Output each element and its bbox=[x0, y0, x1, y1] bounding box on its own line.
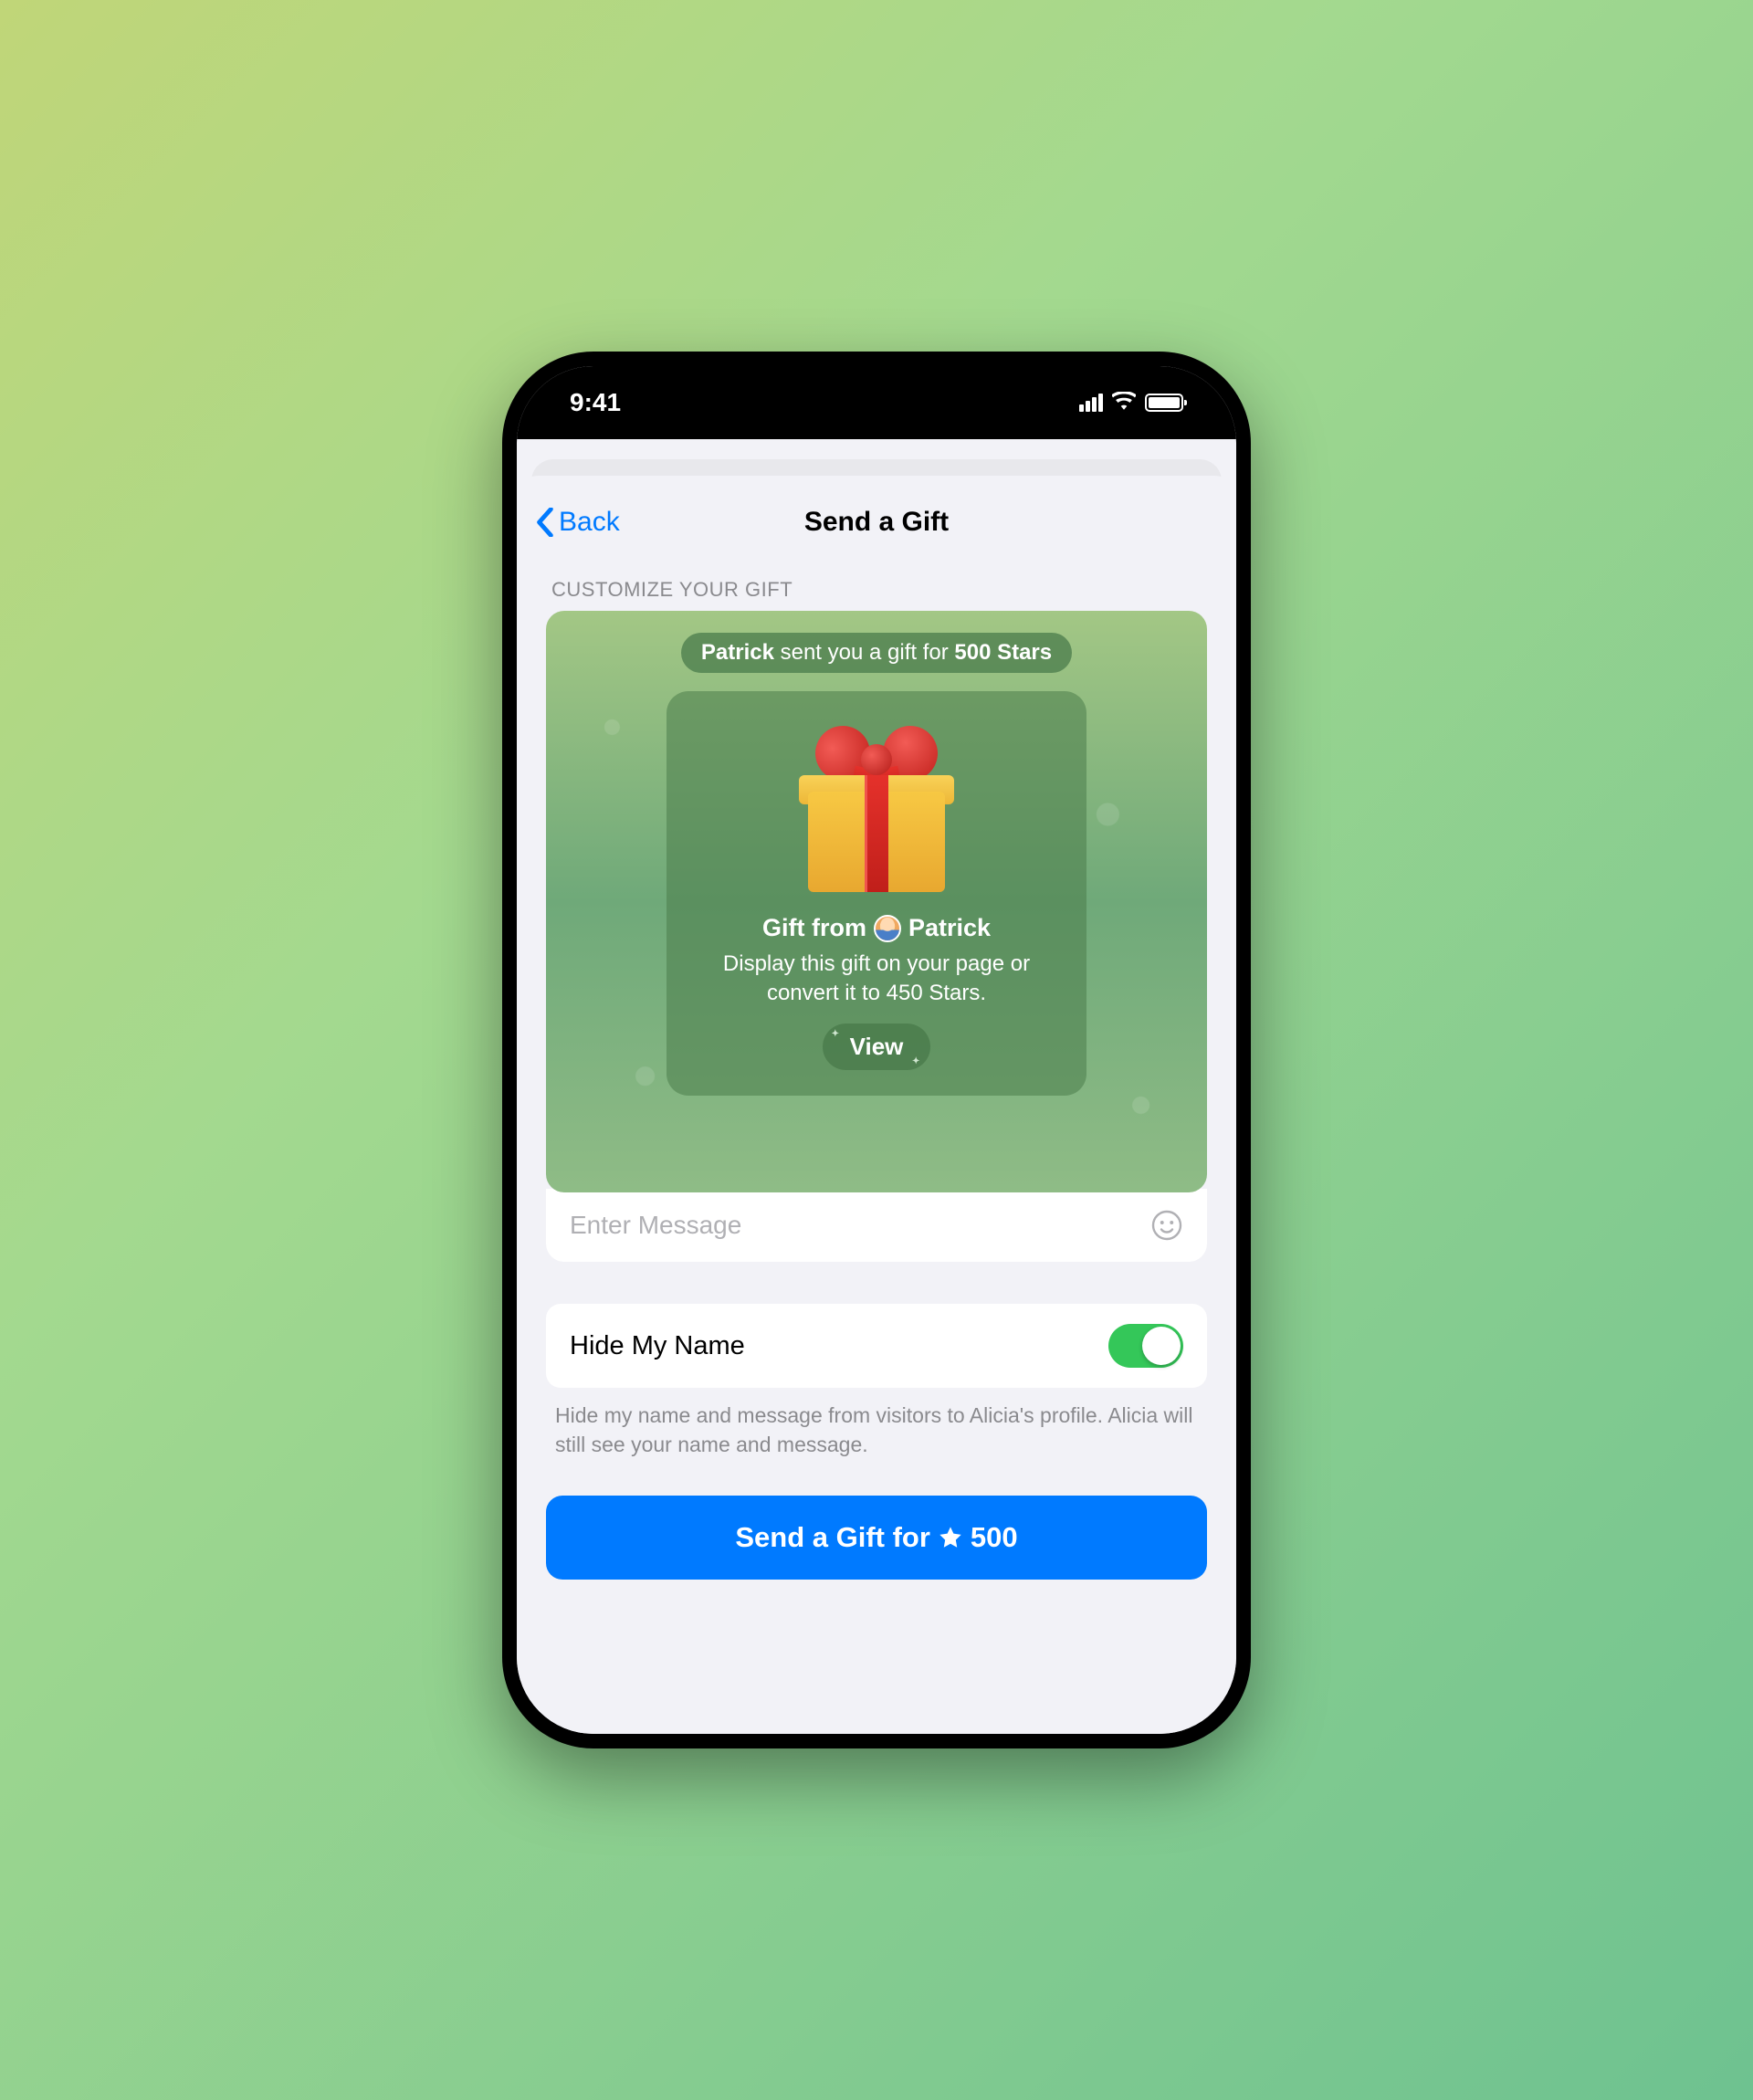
cellular-signal-icon bbox=[1079, 394, 1103, 412]
gift-from-line: Gift from Patrick bbox=[692, 914, 1061, 942]
modal-sheet: Back Send a Gift CUSTOMIZE YOUR GIFT Pat… bbox=[517, 476, 1236, 1734]
gift-description: Display this gift on your page or conver… bbox=[692, 950, 1061, 1009]
sender-name: Patrick bbox=[701, 640, 774, 665]
hide-name-toggle[interactable] bbox=[1108, 1324, 1183, 1368]
content: CUSTOMIZE YOUR GIFT Patrick sent you a g… bbox=[517, 552, 1236, 1580]
gift-box-icon bbox=[781, 709, 972, 901]
pill-mid-text: sent you a gift for bbox=[774, 640, 954, 665]
wifi-icon bbox=[1112, 392, 1136, 415]
phone-frame: 9:41 Back Send a Gift CUSTOMIZE YOUR GIF… bbox=[502, 352, 1251, 1748]
gift-inner-card: Gift from Patrick Display this gift on y… bbox=[667, 691, 1086, 1096]
view-gift-button[interactable]: View bbox=[823, 1024, 931, 1070]
section-header: CUSTOMIZE YOUR GIFT bbox=[551, 578, 1202, 602]
hide-name-description: Hide my name and message from visitors t… bbox=[555, 1401, 1198, 1459]
status-icons bbox=[1079, 392, 1183, 415]
emoji-picker-button[interactable] bbox=[1150, 1209, 1183, 1242]
battery-icon bbox=[1145, 394, 1183, 412]
star-icon bbox=[938, 1525, 963, 1550]
chevron-left-icon bbox=[535, 508, 555, 537]
hide-name-row: Hide My Name bbox=[546, 1304, 1207, 1388]
back-label: Back bbox=[559, 507, 620, 538]
sender-avatar bbox=[874, 915, 901, 942]
message-input-row bbox=[546, 1189, 1207, 1262]
status-time: 9:41 bbox=[570, 388, 621, 417]
gift-from-name: Patrick bbox=[908, 914, 991, 942]
send-button-prefix: Send a Gift for bbox=[735, 1521, 930, 1554]
gift-preview-card: Patrick sent you a gift for 500 Stars bbox=[546, 611, 1207, 1192]
view-button-label: View bbox=[850, 1033, 904, 1061]
gift-cost: 500 Stars bbox=[954, 640, 1052, 665]
page-title: Send a Gift bbox=[804, 507, 949, 538]
gift-sent-pill: Patrick sent you a gift for 500 Stars bbox=[681, 633, 1072, 673]
send-gift-button[interactable]: Send a Gift for 500 bbox=[546, 1496, 1207, 1580]
nav-bar: Back Send a Gift bbox=[517, 492, 1236, 552]
gift-from-prefix: Gift from bbox=[762, 914, 866, 942]
message-input[interactable] bbox=[570, 1211, 1139, 1240]
status-bar: 9:41 bbox=[517, 366, 1236, 439]
hide-name-label: Hide My Name bbox=[570, 1331, 745, 1361]
toggle-knob bbox=[1142, 1327, 1181, 1365]
smiley-icon bbox=[1150, 1209, 1183, 1242]
back-button[interactable]: Back bbox=[535, 507, 620, 538]
phone-screen: 9:41 Back Send a Gift CUSTOMIZE YOUR GIF… bbox=[517, 366, 1236, 1734]
send-button-amount: 500 bbox=[971, 1521, 1018, 1554]
